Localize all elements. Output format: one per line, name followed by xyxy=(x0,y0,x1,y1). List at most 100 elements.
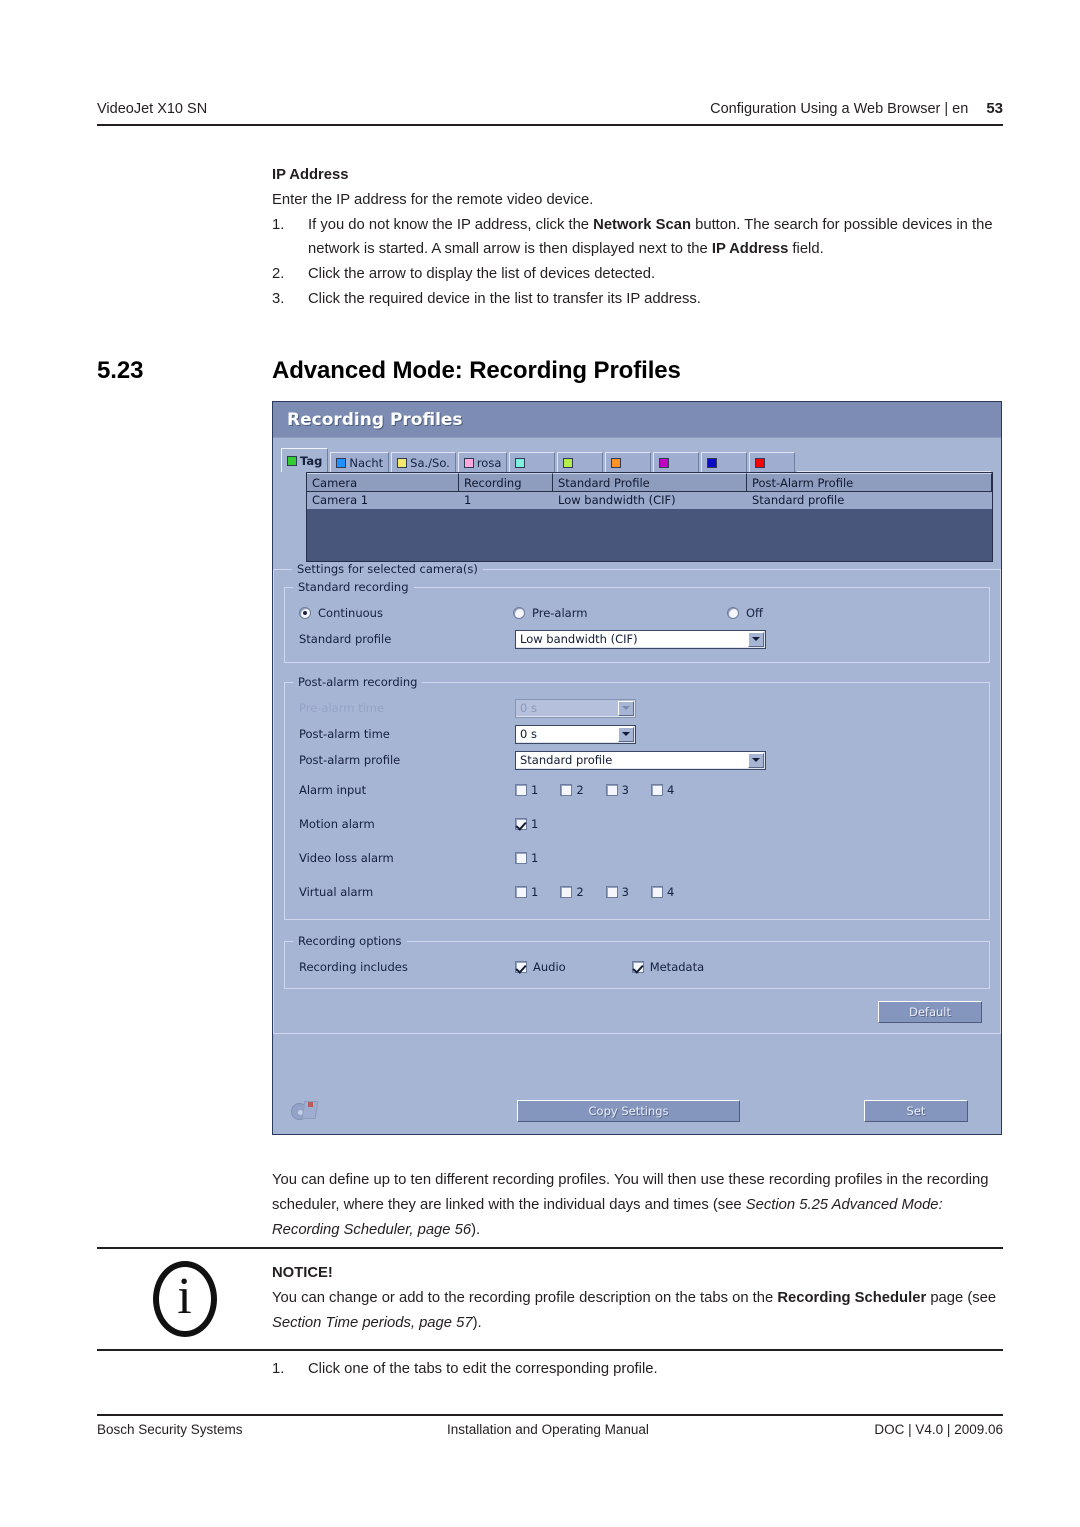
section-heading: 5.23 Advanced Mode: Recording Profiles xyxy=(97,357,1003,385)
window-bottom-bar: Copy Settings Set xyxy=(281,1098,993,1124)
camera-table[interactable]: Camera Recording Standard Profile Post-Alar… xyxy=(306,472,993,562)
footer-company: Bosch Security Systems xyxy=(97,1422,243,1437)
alarm-input-row: Alarm input 1 2 3 4 xyxy=(285,773,989,807)
text-run: Section Time periods, page 57 xyxy=(272,1314,473,1331)
checkbox-icon[interactable] xyxy=(605,784,618,796)
text-run: ). xyxy=(472,1314,482,1331)
radio-icon[interactable] xyxy=(727,607,739,619)
checkbox-label: 1 xyxy=(531,817,539,831)
text-run: Click the arrow to display the list of d… xyxy=(308,266,656,283)
column-header[interactable]: Standard Profile xyxy=(553,473,747,492)
color-swatch-icon xyxy=(755,457,766,468)
ip-address-section: IP Address Enter the IP address for the … xyxy=(272,163,1004,312)
table-cell: Low bandwidth (CIF) xyxy=(558,493,676,507)
table-cell: Standard profile xyxy=(752,493,845,507)
checkbox-cell[interactable]: 2 xyxy=(560,885,584,899)
profile-tab-label: Nacht xyxy=(349,455,384,470)
checkbox-cell[interactable]: 1 xyxy=(515,885,538,899)
footer-doc-version: DOC | V4.0 | 2009.06 xyxy=(874,1422,1003,1437)
radio-pre-alarm[interactable]: Pre-alarm xyxy=(513,606,727,620)
checkbox-label: Audio xyxy=(533,960,566,974)
checkbox-cell[interactable]: 4 xyxy=(650,783,674,797)
profile-tab-10[interactable] xyxy=(749,452,796,472)
profile-tab-9[interactable] xyxy=(701,452,748,472)
text-run: Click one of the tabs to edit the corres… xyxy=(308,1361,658,1377)
chevron-down-icon[interactable] xyxy=(748,752,764,768)
recording-includes-label: Recording includes xyxy=(299,960,408,974)
radio-label: Pre-alarm xyxy=(532,606,588,620)
profile-tab-7[interactable] xyxy=(605,452,652,472)
column-header[interactable]: Camera xyxy=(307,473,459,492)
radio-continuous[interactable]: Continuous xyxy=(299,606,513,620)
radio-icon[interactable] xyxy=(299,607,311,619)
checkbox-icon[interactable] xyxy=(515,961,527,973)
text-run: Click the required device in the list to… xyxy=(308,290,701,307)
footer-divider xyxy=(97,1414,1003,1416)
header-product-name: VideoJet X10 SN xyxy=(97,101,208,117)
checkbox-icon[interactable] xyxy=(650,886,663,898)
standard-profile-value: Low bandwidth (CIF) xyxy=(520,632,638,646)
checkbox-icon[interactable] xyxy=(515,818,527,830)
standard-profile-select[interactable]: Low bandwidth (CIF) xyxy=(515,629,766,649)
checkbox-icon[interactable] xyxy=(515,886,527,898)
standard-recording-legend: Standard recording xyxy=(298,580,409,594)
column-header[interactable]: Recording xyxy=(459,473,553,492)
profile-tab-5[interactable] xyxy=(509,452,556,472)
checkbox-icon[interactable] xyxy=(631,961,644,973)
set-button[interactable]: Set xyxy=(864,1100,968,1122)
checkbox-label: 4 xyxy=(666,885,675,899)
checkbox-cell[interactable]: 1 xyxy=(515,851,538,865)
recording-options-group: Recording options Recording includes Aud… xyxy=(284,934,990,989)
post-alarm-recording-group: Post-alarm recording Pre-alarm time 0 s … xyxy=(284,675,990,920)
color-swatch-icon xyxy=(611,457,622,468)
color-swatch-icon xyxy=(707,457,718,468)
checkbox-icon[interactable] xyxy=(605,886,618,898)
table-row[interactable]: Camera 1 1 Low bandwidth (CIF) Standard pro… xyxy=(307,492,992,509)
table-cell: 1 xyxy=(464,493,472,507)
checkbox-icon[interactable] xyxy=(560,784,573,796)
radio-icon[interactable] xyxy=(513,607,525,619)
radio-off[interactable]: Off xyxy=(727,606,941,620)
copy-settings-button[interactable]: Copy Settings xyxy=(517,1100,740,1122)
camera-table-body[interactable]: Camera 1 1 Low bandwidth (CIF) Standard pro… xyxy=(307,492,992,509)
checkbox-icon[interactable] xyxy=(560,886,573,898)
profile-tab-8[interactable] xyxy=(653,452,700,472)
profile-tab-nacht[interactable]: Nacht xyxy=(330,452,390,472)
profile-tabs[interactable]: Tag Nacht Sa./So. rosa xyxy=(281,448,1001,472)
profile-tab-rosa[interactable]: rosa xyxy=(457,452,508,472)
checkbox-cell[interactable]: 1 xyxy=(515,817,538,831)
pre-alarm-time-label: Pre-alarm time xyxy=(299,701,385,715)
notice-body: You can change or add to the recording p… xyxy=(272,1286,1003,1336)
color-swatch-icon xyxy=(659,457,670,468)
checkbox-icon[interactable] xyxy=(515,784,527,796)
post-alarm-time-select[interactable]: 0 s xyxy=(515,724,636,744)
checkbox-cell[interactable]: 1 xyxy=(515,783,538,797)
checkbox-cell[interactable]: 3 xyxy=(605,783,629,797)
description-paragraph: You can define up to ten different recor… xyxy=(272,1168,1004,1242)
pre-alarm-time-row: Pre-alarm time 0 s xyxy=(285,695,989,721)
text-run: If you do not know the IP address, click… xyxy=(308,216,594,233)
virtual-alarm-label: Virtual alarm xyxy=(299,885,374,899)
page-header: VideoJet X10 SN Configuration Using a We… xyxy=(97,100,1003,117)
checkbox-cell[interactable]: 4 xyxy=(650,885,675,899)
default-button[interactable]: Default xyxy=(878,1001,982,1023)
checkbox-cell[interactable]: Metadata xyxy=(631,960,704,974)
checkbox-cell[interactable]: 2 xyxy=(560,783,584,797)
profile-tab-sa-so[interactable]: Sa./So. xyxy=(391,452,456,472)
pre-alarm-time-select: 0 s xyxy=(515,698,636,718)
settings-group: Settings for selected camera(s) Standard… xyxy=(273,562,1001,1034)
window-title: Recording Profiles xyxy=(287,409,463,430)
checkbox-cell[interactable]: 3 xyxy=(605,885,629,899)
profile-tab-6[interactable] xyxy=(557,452,604,472)
chevron-down-icon[interactable] xyxy=(748,631,764,647)
profile-tab-tag[interactable]: Tag xyxy=(281,448,329,472)
checkbox-cell[interactable]: Audio xyxy=(515,960,566,974)
camera-table-header: Camera Recording Standard Profile Post-Alar… xyxy=(307,473,992,492)
checkbox-icon[interactable] xyxy=(515,852,527,864)
chevron-down-icon[interactable] xyxy=(618,726,634,742)
checkbox-label: 1 xyxy=(531,885,539,899)
column-header[interactable]: Post-Alarm Profile xyxy=(747,473,992,492)
checkbox-icon[interactable] xyxy=(650,784,663,796)
post-alarm-profile-label: Post-alarm profile xyxy=(299,753,401,767)
post-alarm-profile-select[interactable]: Standard profile xyxy=(515,750,766,770)
